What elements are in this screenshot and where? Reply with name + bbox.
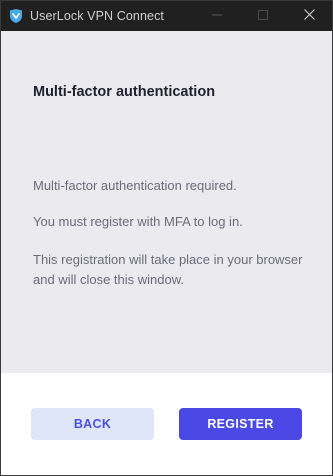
browser-registration-message: This registration will take place in you…: [33, 252, 303, 287]
minimize-icon: [212, 7, 222, 25]
close-icon: [303, 7, 315, 25]
mfa-content-panel: Multi-factor authentication Multi-factor…: [1, 31, 332, 373]
register-button[interactable]: REGISTER: [179, 408, 302, 440]
window-controls: [194, 1, 332, 31]
button-footer: BACK REGISTER: [1, 373, 332, 475]
userlock-shield-icon: [8, 8, 24, 24]
vpn-connect-window: UserLock VPN Connect Multi-factor authen…: [0, 0, 333, 476]
window-title: UserLock VPN Connect: [30, 9, 165, 23]
register-instruction-message: You must register with MFA to log in.: [33, 214, 243, 229]
title-bar[interactable]: UserLock VPN Connect: [1, 1, 332, 31]
page-title: Multi-factor authentication: [33, 84, 216, 100]
back-button[interactable]: BACK: [31, 408, 154, 440]
maximize-icon: [258, 7, 268, 25]
maximize-button[interactable]: [240, 1, 286, 31]
mfa-required-message: Multi-factor authentication required.: [33, 178, 237, 193]
close-button[interactable]: [286, 1, 332, 31]
minimize-button[interactable]: [194, 1, 240, 31]
